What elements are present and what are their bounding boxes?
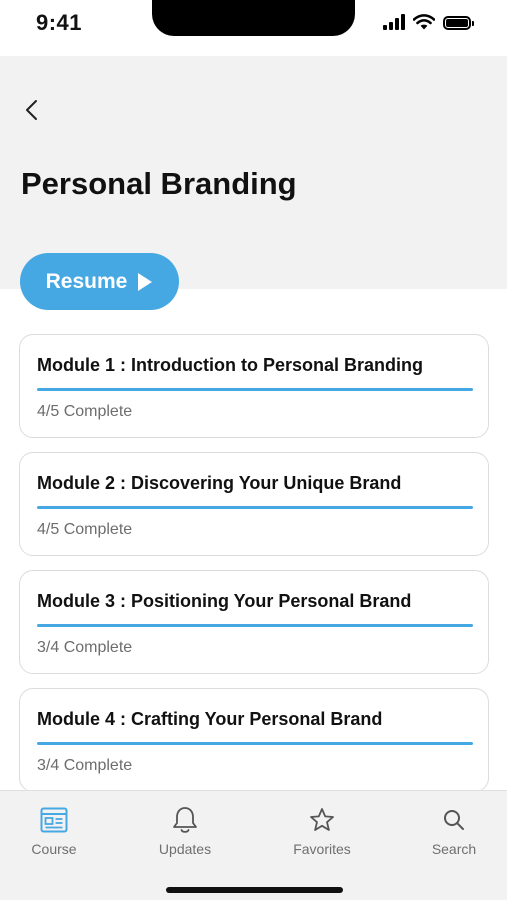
play-icon bbox=[138, 272, 153, 291]
signal-icon bbox=[383, 14, 405, 30]
tab-search[interactable]: Search bbox=[404, 805, 504, 857]
status-time: 9:41 bbox=[36, 10, 83, 35]
tab-label: Updates bbox=[158, 841, 212, 857]
page-title: Personal Branding bbox=[21, 166, 297, 201]
course-icon bbox=[40, 807, 68, 833]
battery-icon bbox=[443, 16, 474, 30]
module-status: 4/5 Complete bbox=[37, 521, 133, 538]
module-title: Module 4 : Crafting Your Personal Brand bbox=[37, 709, 383, 729]
module-status: 3/4 Complete bbox=[37, 757, 133, 774]
tab-favorites[interactable]: Favorites bbox=[272, 805, 372, 857]
module-card[interactable]: Module 4 : Crafting Your Personal Brand … bbox=[19, 688, 489, 792]
module-title: Module 3 : Positioning Your Personal Bra… bbox=[37, 591, 412, 611]
tab-label: Search bbox=[431, 841, 477, 857]
module-list: Module 1 : Introduction to Personal Bran… bbox=[19, 334, 489, 806]
status-icons bbox=[383, 14, 474, 30]
module-title: Module 2 : Discovering Your Unique Brand bbox=[37, 473, 402, 493]
tab-label: Course bbox=[31, 841, 77, 857]
module-progress-bar bbox=[37, 388, 473, 391]
module-progress-bar bbox=[37, 742, 473, 745]
module-title: Module 1 : Introduction to Personal Bran… bbox=[37, 355, 423, 375]
wifi-icon bbox=[413, 14, 435, 30]
home-indicator bbox=[166, 887, 343, 893]
search-icon bbox=[444, 810, 464, 830]
tab-course[interactable]: Course bbox=[4, 805, 104, 857]
chevron-left-icon bbox=[26, 100, 37, 120]
tab-updates[interactable]: Updates bbox=[135, 805, 235, 857]
back-button[interactable] bbox=[14, 92, 50, 128]
module-card[interactable]: Module 3 : Positioning Your Personal Bra… bbox=[19, 570, 489, 674]
status-bar: 9:41 bbox=[0, 0, 507, 56]
tab-bar: Course Updates Favorites Search bbox=[0, 790, 507, 900]
module-progress-bar bbox=[37, 506, 473, 509]
tab-label: Favorites bbox=[293, 841, 351, 857]
star-icon bbox=[310, 808, 334, 831]
resume-label: Resume bbox=[45, 269, 128, 293]
resume-button[interactable]: Resume bbox=[20, 253, 179, 310]
module-progress-bar bbox=[37, 624, 473, 627]
bell-icon bbox=[173, 807, 197, 833]
module-status: 3/4 Complete bbox=[37, 639, 133, 656]
module-card[interactable]: Module 2 : Discovering Your Unique Brand… bbox=[19, 452, 489, 556]
module-card[interactable]: Module 1 : Introduction to Personal Bran… bbox=[19, 334, 489, 438]
module-status: 4/5 Complete bbox=[37, 403, 133, 420]
device-notch bbox=[152, 0, 355, 36]
